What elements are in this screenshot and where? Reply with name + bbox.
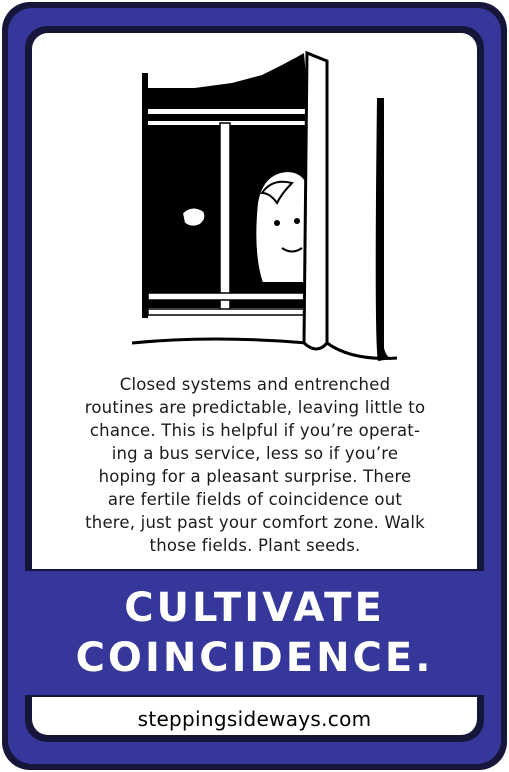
card-title: CULTIVATE COINCIDENCE. [25,583,484,683]
body-line: those fields. Plant seeds. [149,536,361,555]
body-line: hoping for a pleasant surprise. There [98,467,412,486]
window-muntin-top [148,109,308,114]
body-line: routines are predictable, leaving little… [84,398,426,417]
body-line: chance. This is helpful if you’re operat… [89,421,421,440]
body-line: ing a bus service, less so if you’re [111,444,399,463]
curtain-right-inner [302,50,329,351]
girl-eye-right [294,218,300,224]
website-link[interactable]: steppingsideways.com [25,706,484,732]
curtain-top-edge [148,53,307,91]
window-sill-upper [147,292,309,301]
window-base-line [131,337,308,345]
girl-hand [180,206,207,228]
curtain-right-edge [375,98,397,361]
window-sill-lower [147,308,309,316]
body-line: Closed systems and entrenched [119,375,391,394]
title-line: COINCIDENCE. [75,635,434,681]
title-line: CULTIVATE [124,585,385,631]
window-peeking-girl-illustration [131,50,398,361]
card-title-band: CULTIVATE COINCIDENCE. [25,569,484,697]
window-muntin-vertical [219,122,231,314]
window-frame-left [142,73,148,318]
body-line: are fertile fields of coincidence out [107,490,403,509]
body-line: there, just past your comfort zone. Walk [85,513,425,532]
girl-eye-left [274,220,280,226]
card-body-text: Closed systems and entrenched routines a… [50,373,460,557]
